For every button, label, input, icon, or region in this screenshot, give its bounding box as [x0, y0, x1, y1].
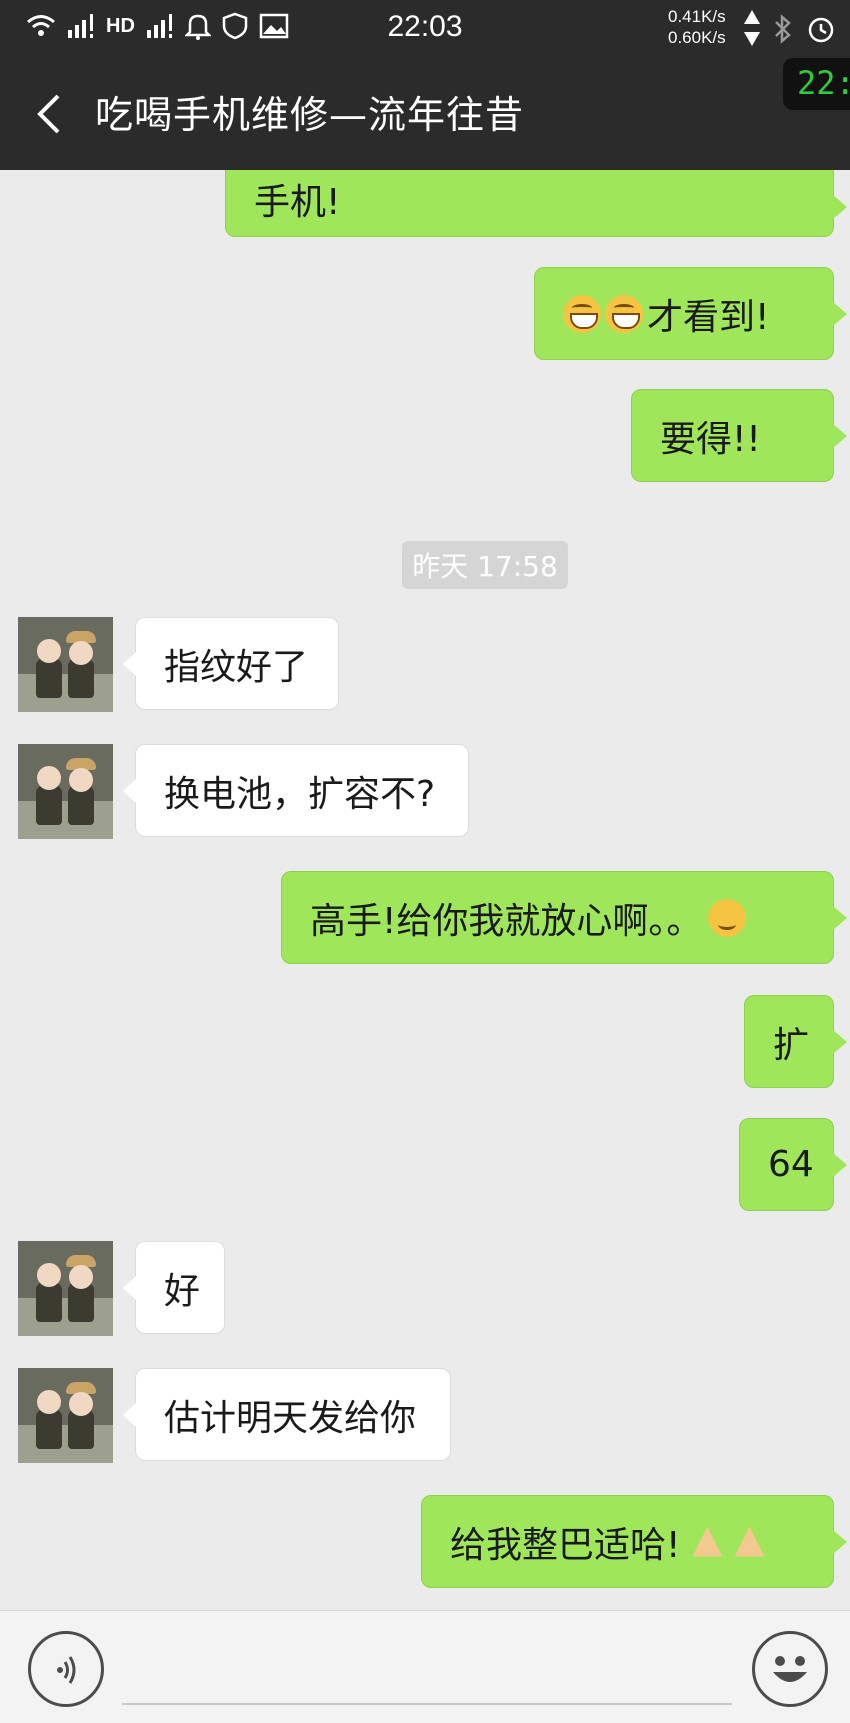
emoji-button[interactable]	[752, 1631, 828, 1707]
message-text: 指纹好了	[164, 646, 309, 688]
message-text: 要得!!	[660, 418, 761, 460]
contact-avatar[interactable]	[18, 1368, 113, 1463]
outgoing-message[interactable]: 高手!给你我就放心啊。。	[281, 871, 847, 964]
message-text: 好	[164, 1270, 201, 1312]
grin-emoji-icon	[563, 294, 601, 333]
contact-avatar[interactable]	[18, 1241, 113, 1336]
message-text: 扩	[773, 1024, 810, 1066]
network-speed: 0.41K/s 0.60K/s	[668, 6, 726, 48]
message-input[interactable]	[122, 1703, 732, 1705]
chat-title: 吃喝手机维修—流年往昔	[95, 93, 525, 137]
pray-hands-emoji-icon	[730, 1523, 768, 1561]
incoming-message[interactable]: 指纹好了	[123, 617, 339, 710]
voice-icon	[57, 1656, 76, 1684]
voice-button[interactable]	[28, 1631, 104, 1707]
outgoing-message[interactable]: 扩	[744, 995, 847, 1088]
speed-down: 0.60K/s	[668, 28, 726, 47]
incoming-message[interactable]: 估计明天发给你	[123, 1368, 451, 1461]
outgoing-message[interactable]: 才看到!	[534, 267, 847, 360]
incoming-message[interactable]: 换电池，扩容不?	[123, 744, 469, 837]
contact-avatar[interactable]	[18, 617, 113, 712]
grin-emoji-icon	[605, 294, 643, 333]
message-text: 估计明天发给你	[164, 1397, 417, 1439]
contact-avatar[interactable]	[18, 744, 113, 839]
message-text: 手机!	[254, 181, 341, 223]
message-text: 给我整巴适哈!	[450, 1524, 681, 1566]
floating-clock-badge: 22:	[783, 58, 850, 110]
chat-area[interactable]: 手机! 才看到! 要得!! 昨天 17:58 指纹好了 换电池，扩容不? 高手!…	[0, 170, 850, 1610]
outgoing-message[interactable]: 要得!!	[631, 389, 847, 482]
time-divider: 昨天 17:58	[402, 541, 568, 589]
pray-hands-emoji-icon	[688, 1523, 726, 1561]
status-bar: HD 22:03 0.41K/s 0.60K/s	[0, 0, 850, 56]
outgoing-message[interactable]: 给我整巴适哈!	[421, 1495, 847, 1588]
smiley-icon	[773, 1656, 807, 1682]
bluetooth-icon	[775, 14, 791, 44]
back-icon[interactable]	[30, 92, 70, 136]
chat-header: 吃喝手机维修—流年往昔	[0, 56, 850, 170]
thinking-emoji-icon	[708, 898, 747, 937]
message-text: 64	[768, 1144, 814, 1185]
speed-arrows-icon	[744, 10, 760, 46]
speed-up: 0.41K/s	[668, 7, 726, 26]
message-text: 换电池，扩容不?	[164, 773, 436, 815]
alarm-icon	[808, 17, 834, 43]
message-text: 高手!给你我就放心啊。。	[310, 900, 703, 942]
outgoing-message[interactable]: 手机!	[225, 170, 847, 237]
input-bar	[0, 1610, 850, 1723]
message-text: 才看到!	[647, 296, 770, 338]
outgoing-message[interactable]: 64	[739, 1118, 847, 1211]
incoming-message[interactable]: 好	[123, 1241, 225, 1334]
